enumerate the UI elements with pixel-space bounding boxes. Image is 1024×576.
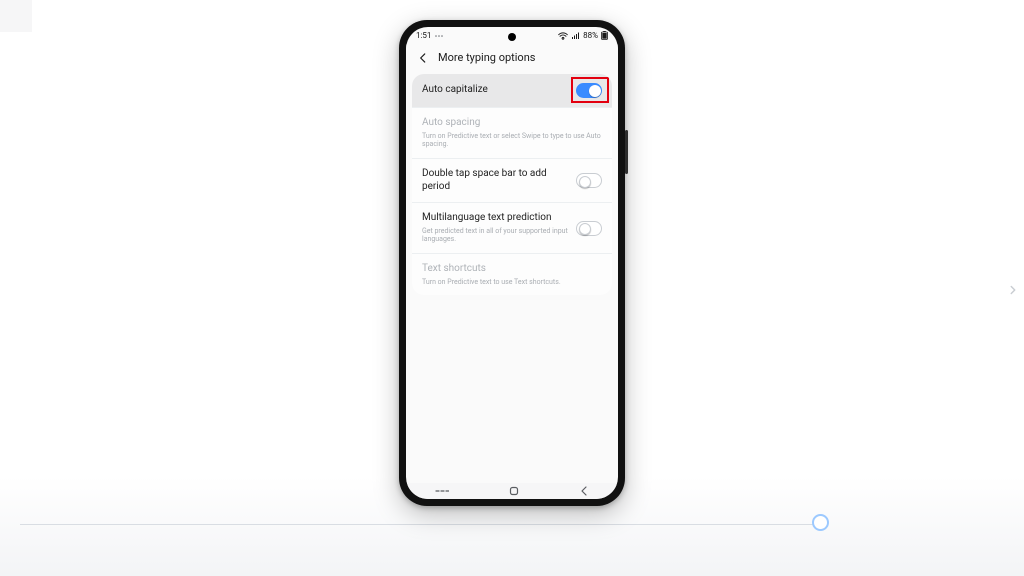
setting-text: Text shortcuts Turn on Predictive text to…: [422, 263, 602, 286]
setting-text: Auto spacing Turn on Predictive text or s…: [422, 117, 602, 149]
progress-handle[interactable]: [812, 514, 829, 531]
setting-title: Multilanguage text prediction: [422, 212, 576, 225]
signal-icon: [571, 32, 580, 40]
setting-subtitle: Turn on Predictive text to use Text shor…: [422, 278, 602, 287]
setting-row[interactable]: Multilanguage text prediction Get predict…: [412, 203, 612, 254]
page-header: More typing options: [406, 44, 618, 74]
settings-list: Auto capitalize Auto spacing Turn on Predi…: [412, 74, 612, 295]
back-icon[interactable]: [416, 50, 430, 64]
next-chevron-icon[interactable]: [1006, 283, 1020, 297]
setting-title: Auto spacing: [422, 117, 602, 130]
page-title: More typing options: [438, 51, 535, 64]
battery-percent: 88%: [583, 31, 598, 40]
setting-row[interactable]: Double tap space bar to add period: [412, 159, 612, 203]
android-nav-bar: [406, 483, 618, 499]
toggle-knob: [589, 85, 601, 97]
toggle-switch[interactable]: [576, 221, 602, 236]
toggle-switch[interactable]: [576, 173, 602, 188]
content-area: More typing options Auto capitalizeAuto …: [406, 44, 618, 483]
camera-notch: [508, 33, 516, 41]
wifi-icon: [558, 32, 568, 40]
status-time: 1:51: [416, 31, 431, 40]
progress-track[interactable]: [20, 524, 824, 525]
setting-title: Double tap space bar to add period: [422, 168, 576, 193]
nav-back-icon[interactable]: [579, 486, 589, 496]
setting-text: Multilanguage text prediction Get predict…: [422, 212, 576, 244]
phone-frame: 1:51 88% More typing options Auto capita…: [399, 20, 625, 506]
toggle-knob: [579, 223, 591, 235]
setting-title: Auto capitalize: [422, 84, 576, 97]
setting-text: Double tap space bar to add period: [422, 168, 576, 193]
nav-recent-icon[interactable]: [435, 486, 449, 496]
status-misc-icon: [434, 32, 446, 40]
setting-text: Auto capitalize: [422, 84, 576, 97]
setting-row: Auto spacing Turn on Predictive text or s…: [412, 108, 612, 159]
setting-row[interactable]: Auto capitalize: [412, 74, 612, 108]
phone-screen: 1:51 88% More typing options Auto capita…: [406, 27, 618, 499]
setting-subtitle: Turn on Predictive text or select Swipe …: [422, 132, 602, 150]
setting-subtitle: Get predicted text in all of your suppor…: [422, 227, 576, 245]
battery-icon: [601, 31, 608, 40]
setting-title: Text shortcuts: [422, 263, 602, 276]
toggle-knob: [579, 176, 591, 188]
toggle-switch[interactable]: [576, 83, 602, 98]
nav-home-icon[interactable]: [508, 485, 520, 497]
setting-row: Text shortcuts Turn on Predictive text to…: [412, 254, 612, 295]
ghost-box: [0, 0, 32, 32]
